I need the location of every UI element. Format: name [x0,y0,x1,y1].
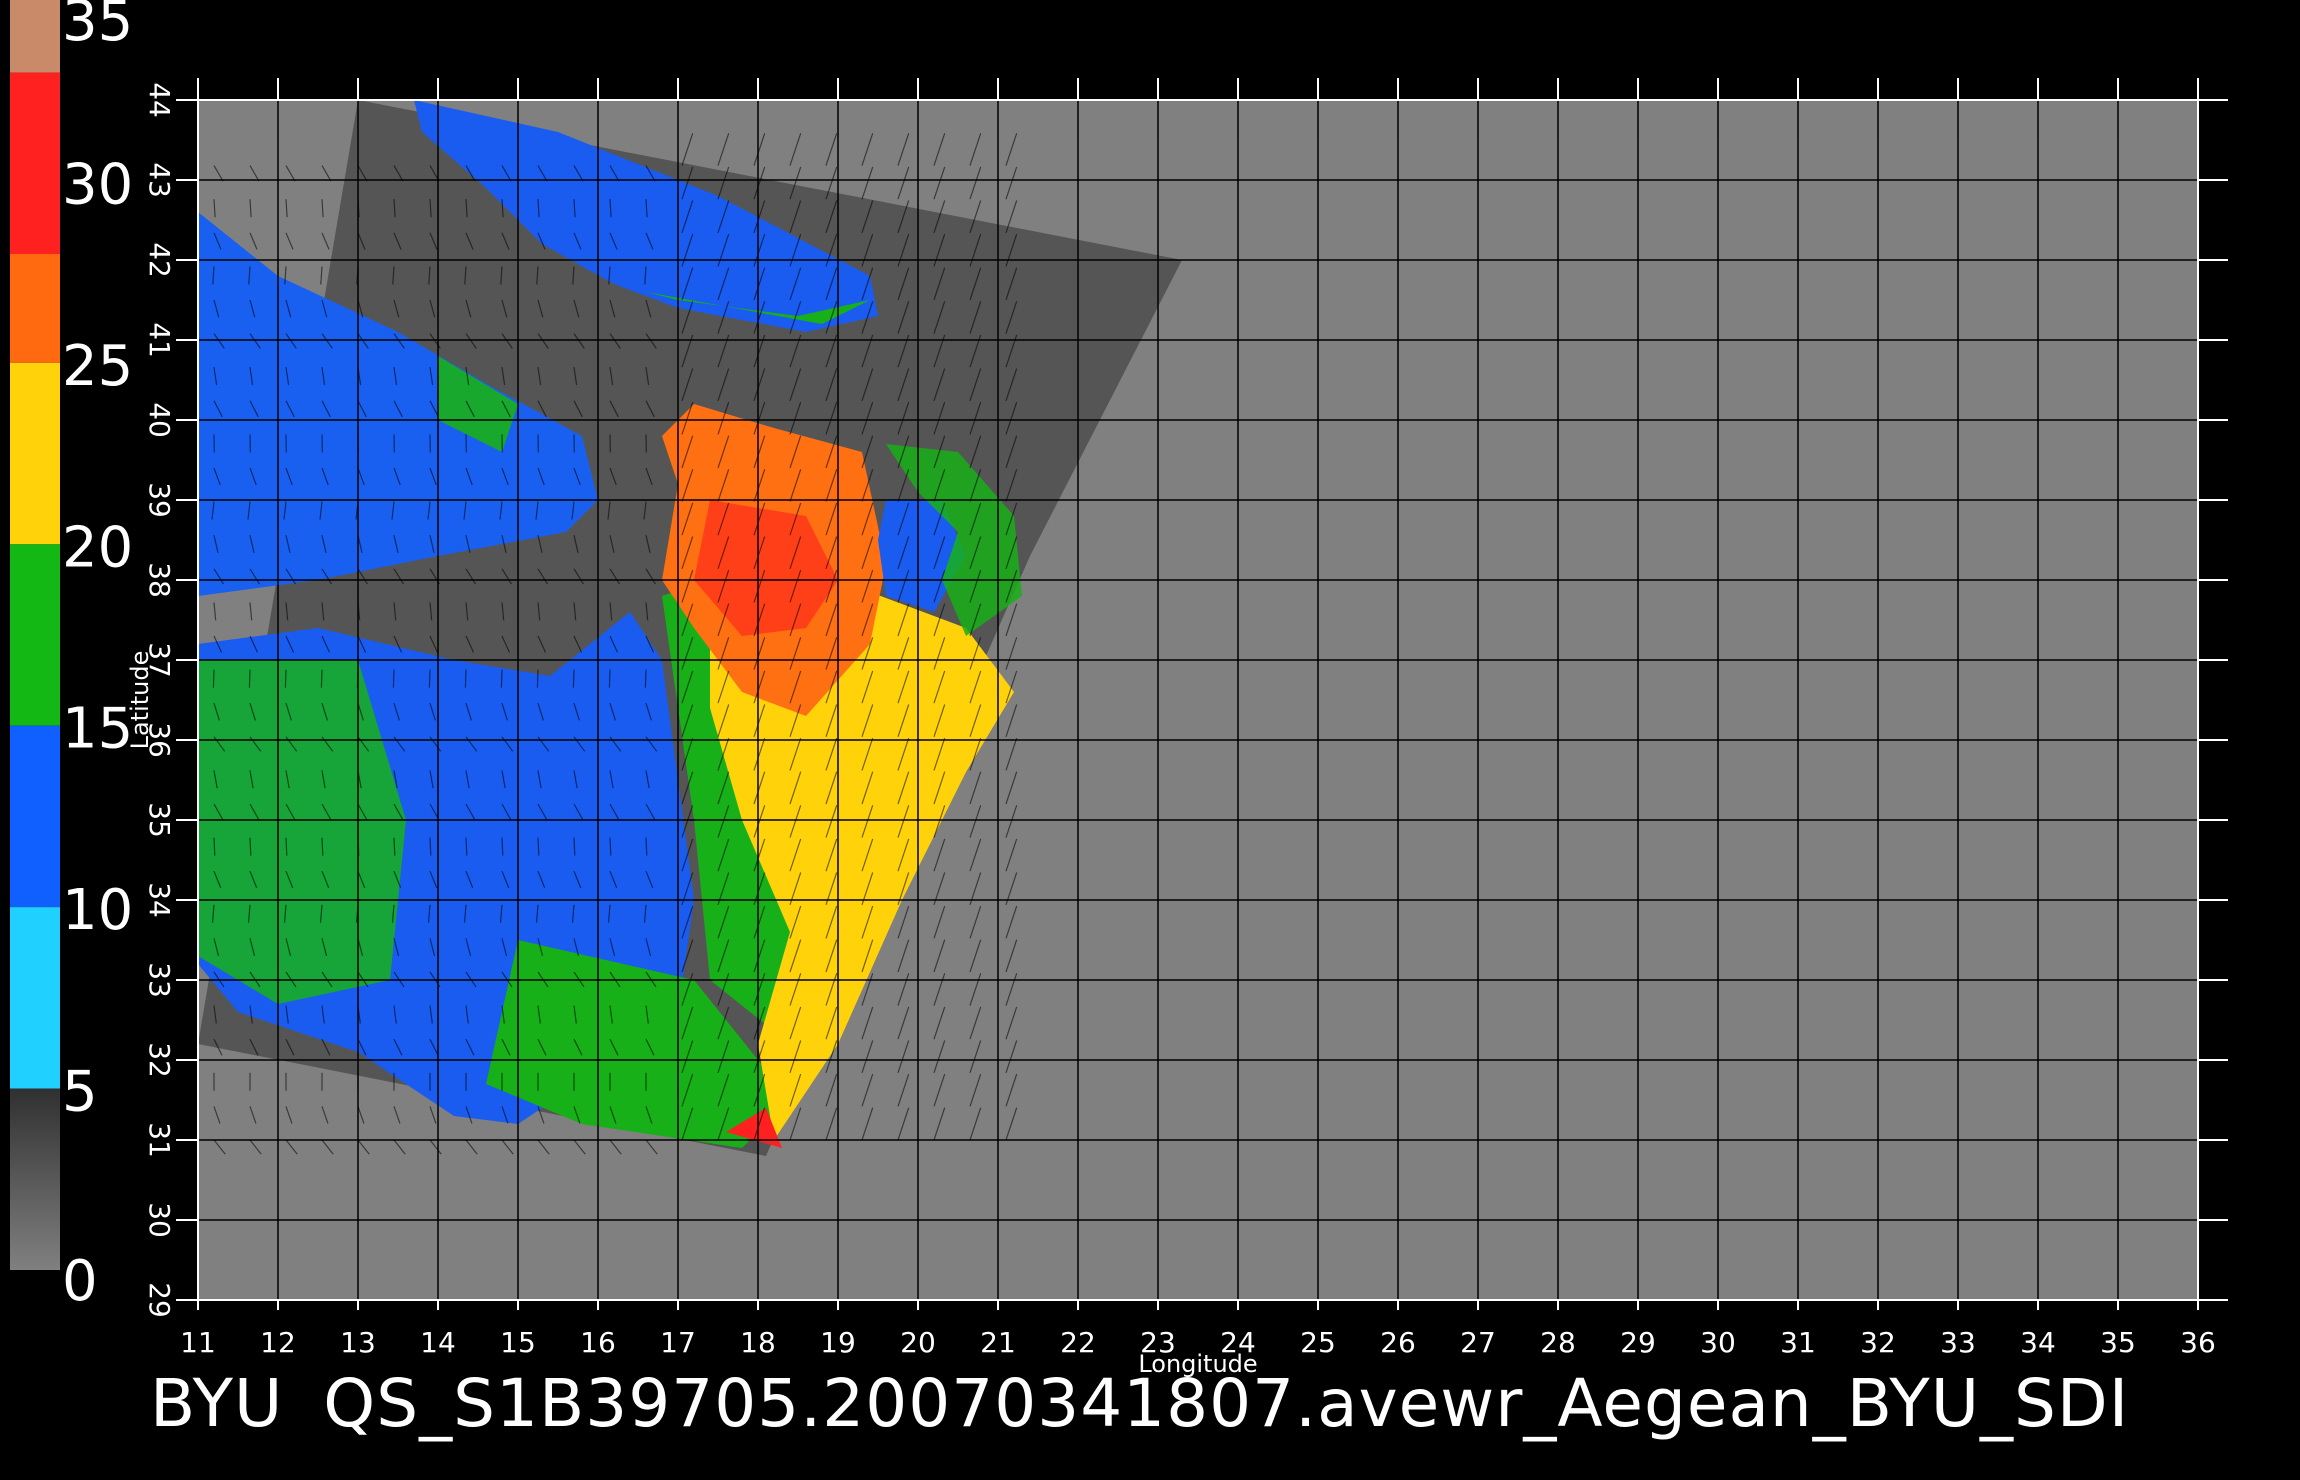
wind-vector [213,837,216,856]
colorbar-tick-label: 15 [62,697,133,762]
lon-tick-label: 35 [2100,1326,2136,1359]
lon-tick-label: 32 [1860,1326,1896,1359]
colorbar-tick-label: 20 [62,515,133,580]
wind-vector [500,669,503,688]
wind-vector [501,837,504,856]
wind-vector [212,669,215,688]
wind-vector [573,837,576,856]
colorbar-tick-label: 30 [62,152,133,217]
colorbar-segment [10,907,60,1089]
lat-tick-label: 44 [143,82,176,118]
lat-tick-label: 39 [143,482,176,518]
wind-vector [608,669,611,688]
lon-tick-label: 18 [740,1326,776,1359]
wind-vector [609,837,612,856]
wind-vector [537,837,540,856]
wind-vector [320,669,323,688]
lon-tick-label: 16 [580,1326,616,1359]
colorbar-segment [10,72,60,254]
wind-vector [284,669,287,688]
colorbar-segment [10,725,60,908]
lon-tick-label: 26 [1380,1326,1416,1359]
wind-vector [321,837,324,856]
colorbar-tick-label: 0 [62,1249,98,1314]
lat-tick-label: 40 [143,402,176,438]
lon-tick-label: 13 [340,1326,376,1359]
wind-vector [464,669,467,688]
colorbar-segment [10,0,60,73]
lon-tick-label: 19 [820,1326,856,1359]
colorbar-segment [10,254,60,363]
wind-vector [392,669,395,688]
colorbar-segment [10,1088,60,1270]
lon-tick-label: 20 [900,1326,936,1359]
colorbar-tick-label: 5 [62,1060,98,1125]
lat-tick-label: 30 [143,1202,176,1238]
image-caption: BYU QS_S1B39705.20070341807.avewr_Aegean_… [150,1365,2169,1442]
lon-tick-label: 21 [980,1326,1016,1359]
lon-tick-label: 12 [260,1326,296,1359]
lon-tick-label: 22 [1060,1326,1096,1359]
lon-tick-label: 28 [1540,1326,1576,1359]
lon-tick-label: 27 [1460,1326,1496,1359]
lat-tick-label: 29 [143,1282,176,1318]
map-plot-area [198,100,2198,1300]
colorbar-tick-label: 25 [62,334,133,399]
lat-tick-label: 35 [143,802,176,838]
lon-tick-label: 15 [500,1326,536,1359]
wind-map: 35 30 25 20 15 10 5 0 11 12 13 14 15 16 17 18 19 20 21 22 2… [10,0,2228,1378]
caption-filename: QS_S1B39705.20070341807.avewr_Aegean_BYU… [323,1365,2130,1442]
lon-tick-label: 14 [420,1326,456,1359]
lon-tick-label: 29 [1620,1326,1656,1359]
wind-vector [429,837,432,856]
lon-tick-label: 31 [1780,1326,1816,1359]
wind-vector [536,669,539,688]
lat-tick-label: 31 [143,1122,176,1158]
lat-tick-label: 32 [143,1042,176,1078]
wind-vector [644,669,647,688]
colorbar-tick-label: 35 [62,0,133,54]
lon-tick-label: 34 [2020,1326,2056,1359]
lat-tick-label: 38 [143,562,176,598]
lon-tick-label: 33 [1940,1326,1976,1359]
lon-tick-label: 17 [660,1326,696,1359]
y-axis-label: Latitude [126,651,154,750]
colorbar: 35 30 25 20 15 10 5 0 [10,0,133,1314]
lon-tick-label: 36 [2180,1326,2216,1359]
lat-tick-label: 34 [143,882,176,918]
lat-tick-label: 42 [143,242,176,278]
wind-vector [393,837,396,856]
colorbar-segment [10,362,60,545]
wind-vector [249,837,252,856]
colorbar-tick-label: 10 [62,878,133,943]
wind-vector [285,837,288,856]
lon-tick-label: 11 [180,1326,216,1359]
wind-vector [645,837,648,856]
lat-tick-label: 41 [143,322,176,358]
colorbar-segment [10,544,60,726]
lon-tick-label: 25 [1300,1326,1336,1359]
wind-vector [465,837,468,856]
wind-vector [572,669,575,688]
caption-source: BYU [150,1365,284,1442]
lat-tick-label: 43 [143,162,176,198]
lat-tick-label: 33 [143,962,176,998]
lon-tick-label: 30 [1700,1326,1736,1359]
wind-vector [428,669,431,688]
wind-vector [248,669,251,688]
